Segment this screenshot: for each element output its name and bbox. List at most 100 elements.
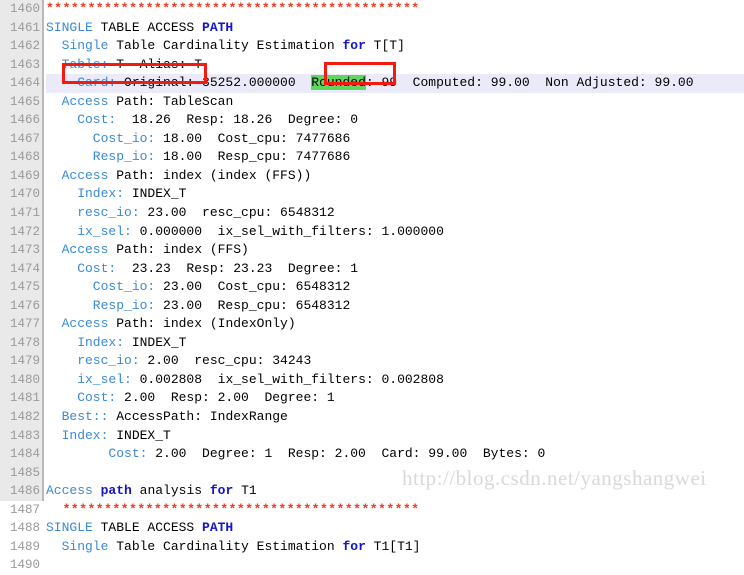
code-token: resc_io: — [46, 205, 140, 221]
code-token: Path: index (index (FFS)) — [108, 167, 312, 183]
code-token: 23.00 resc_cpu: 6548312 — [139, 205, 335, 221]
code-line[interactable]: 1489 Single Table Cardinality Estimation… — [0, 538, 744, 557]
line-number: 1486 — [9, 484, 40, 499]
code-token: Cost_io: — [46, 279, 156, 295]
code-line[interactable]: 1487 ***********************************… — [0, 501, 744, 520]
code-line-content: Index: INDEX_T — [46, 427, 744, 446]
line-number: 1462 — [9, 39, 40, 54]
line-number: 1483 — [9, 428, 40, 443]
line-number: 1460 — [9, 2, 40, 16]
code-line-content: Resp_io: 23.00 Resp_cpu: 6548312 — [46, 297, 744, 316]
code-line-content: Resp_io: 18.00 Resp_cpu: 7477686 — [46, 148, 744, 167]
code-token: 2.00 resc_cpu: 34243 — [139, 353, 312, 369]
code-token: analysis — [131, 483, 210, 499]
code-token: Resp_io: — [46, 149, 156, 165]
code-token: ****************************************… — [46, 501, 420, 517]
code-line-content: Cost_io: 23.00 Cost_cpu: 6548312 — [46, 278, 744, 297]
line-number: 1472 — [9, 224, 40, 239]
code-line[interactable]: 1463 Table: T Alias: T — [0, 56, 744, 75]
code-token: Single — [46, 538, 109, 554]
code-line-content: Index: INDEX_T — [46, 185, 744, 204]
code-line[interactable]: 1470 Index: INDEX_T — [0, 185, 744, 204]
code-line-content: resc_io: 2.00 resc_cpu: 34243 — [46, 352, 744, 371]
code-line[interactable]: 1474 Cost: 23.23 Resp: 23.23 Degree: 1 — [0, 260, 744, 279]
code-line[interactable]: 1467 Cost_io: 18.00 Cost_cpu: 7477686 — [0, 130, 744, 149]
code-token: for — [342, 538, 366, 554]
code-line-content: ix_sel: 0.000000 ix_sel_with_filters: 1.… — [46, 223, 744, 242]
code-line[interactable]: 1480 ix_sel: 0.002808 ix_sel_with_filter… — [0, 371, 744, 390]
code-line[interactable]: 1476 Resp_io: 23.00 Resp_cpu: 6548312 — [0, 297, 744, 316]
code-line[interactable]: 1466 Cost: 18.26 Resp: 18.26 Degree: 0 — [0, 111, 744, 130]
line-number: 1478 — [9, 335, 40, 350]
line-number: 1471 — [9, 206, 40, 221]
code-line-content: Access Path: index (IndexOnly) — [46, 315, 744, 334]
code-token: Index: — [46, 427, 109, 443]
code-line[interactable]: 1488 SINGLE TABLE ACCESS PATH — [0, 519, 744, 538]
code-token: resc_io: — [46, 353, 140, 369]
code-line-content: Cost_io: 18.00 Cost_cpu: 7477686 — [46, 130, 744, 149]
code-line[interactable]: 1479 resc_io: 2.00 resc_cpu: 34243 — [0, 352, 744, 371]
code-token: Cost_io: — [46, 130, 156, 146]
code-line[interactable]: 1483 Index: INDEX_T — [0, 427, 744, 446]
code-line[interactable]: 1464 Card: Original: 35252.000000 Rounde… — [0, 74, 744, 93]
code-line[interactable]: 1481 Cost: 2.00 Resp: 2.00 Degree: 1 — [0, 389, 744, 408]
code-token: Path: index (IndexOnly) — [108, 316, 296, 332]
code-token: 23.23 Resp: 23.23 Degree: 1 — [116, 260, 359, 276]
code-line-content: Cost: 2.00 Resp: 2.00 Degree: 1 — [46, 389, 744, 408]
line-number: 1475 — [9, 280, 40, 295]
code-line[interactable]: 1472 ix_sel: 0.000000 ix_sel_with_filter… — [0, 223, 744, 242]
code-line[interactable]: 1465 Access Path: TableScan — [0, 93, 744, 112]
code-line[interactable]: 1478 Index: INDEX_T — [0, 334, 744, 353]
line-number: 1469 — [9, 168, 40, 183]
code-line-content: Table: T Alias: T — [46, 56, 744, 75]
code-token: Table Cardinality Estimation — [108, 538, 343, 554]
code-line-content: ix_sel: 0.002808 ix_sel_with_filters: 0.… — [46, 371, 744, 390]
code-token: Card: — [46, 75, 117, 91]
code-token: Cost: — [46, 112, 117, 128]
code-token: T1 — [233, 483, 257, 499]
code-token: 2.00 Degree: 1 Resp: 2.00 Card: 99.00 By… — [147, 446, 546, 462]
code-line-content: ****************************************… — [46, 501, 744, 520]
code-token: T1[T1] — [365, 538, 421, 554]
code-token: path — [100, 483, 132, 499]
code-line[interactable]: 1460 ************************************… — [0, 0, 744, 19]
code-line[interactable]: 1477 Access Path: index (IndexOnly) — [0, 315, 744, 334]
code-token: PATH — [202, 19, 234, 35]
code-line[interactable]: 1484 Cost: 2.00 Degree: 1 Resp: 2.00 Car… — [0, 445, 744, 464]
line-number: 1473 — [9, 243, 40, 258]
code-text-area[interactable]: 1460 ************************************… — [0, 0, 744, 572]
code-token: Index: — [46, 186, 125, 202]
code-token: Resp_io: — [46, 297, 156, 313]
code-token: T Alias: T — [108, 56, 203, 72]
code-token: Original: 35252.000000 — [116, 75, 312, 91]
code-line[interactable]: 1490 — [0, 556, 744, 575]
code-token: 0.000000 ix_sel_with_filters: 1.000000 — [131, 223, 444, 239]
code-line[interactable]: 1461 SINGLE TABLE ACCESS PATH — [0, 19, 744, 38]
code-line[interactable]: 1473 Access Path: index (FFS) — [0, 241, 744, 260]
line-number: 1482 — [9, 410, 40, 425]
code-line[interactable]: 1469 Access Path: index (index (FFS)) — [0, 167, 744, 186]
code-token: 18.00 Cost_cpu: 7477686 — [155, 130, 351, 146]
code-token: INDEX_T — [108, 427, 171, 443]
code-line[interactable]: 1462 Single Table Cardinality Estimation… — [0, 37, 744, 56]
code-line-content: Best:: AccessPath: IndexRange — [46, 408, 744, 427]
code-line[interactable]: 1482 Best:: AccessPath: IndexRange — [0, 408, 744, 427]
code-token: 23.00 Cost_cpu: 6548312 — [155, 279, 351, 295]
line-number: 1477 — [9, 317, 40, 332]
code-line[interactable]: 1475 Cost_io: 23.00 Cost_cpu: 6548312 — [0, 278, 744, 297]
code-line-content: ****************************************… — [46, 0, 744, 19]
line-number: 1466 — [9, 113, 40, 128]
code-token: Best:: — [46, 409, 109, 425]
line-number: 1476 — [9, 298, 40, 313]
code-token: 23.00 Resp_cpu: 6548312 — [155, 297, 351, 313]
code-line-content: Single Table Cardinality Estimation for … — [46, 538, 744, 557]
code-token: ix_sel: — [46, 371, 132, 387]
code-line[interactable]: 1468 Resp_io: 18.00 Resp_cpu: 7477686 — [0, 148, 744, 167]
code-token: T[T] — [365, 38, 405, 54]
line-number: 1487 — [9, 502, 40, 517]
code-line[interactable]: 1471 resc_io: 23.00 resc_cpu: 6548312 — [0, 204, 744, 223]
code-token: for — [209, 483, 234, 499]
line-number: 1479 — [9, 354, 40, 369]
code-token: 18.26 Resp: 18.26 Degree: 0 — [116, 112, 359, 128]
code-token: 2.00 Resp: 2.00 Degree: 1 — [116, 390, 335, 406]
